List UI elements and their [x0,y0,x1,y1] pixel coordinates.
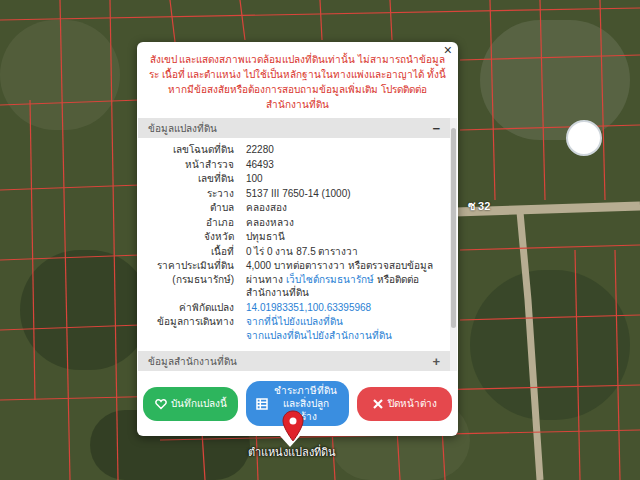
detail-label: จังหวัด [146,230,234,244]
parcel-details: เลขโฉนดที่ดิน 22280 หน้าสำรวจ 46493 เลขที่ดิ… [138,138,450,347]
section-header[interactable]: ข้อมูลสำนักงานที่ดิน + [138,351,450,371]
button-label: ปิดหน้าต่าง [388,397,437,410]
detail-value: 5137 III 7650-14 (1000) [246,187,442,201]
detail-label: ตำบล [146,201,234,215]
value-link[interactable]: เว็บไซต์กรมธนารักษ์ [286,274,374,285]
map[interactable]: ซ 32 ×สังเขป และแสดงสภาพแวดล้อมแปลงที่ดิ… [0,0,640,480]
section-toggle[interactable]: − [432,122,440,135]
section-toggle[interactable]: + [432,355,440,368]
section-header[interactable]: ข้อมูลแปลงที่ดิน − [138,118,450,138]
button-label: บันทึกแปลงนี้ [171,397,227,410]
popup-body: ข้อมูลแปลงที่ดิน − เลขโฉนดที่ดิน 22280 หน้าส… [138,118,457,371]
detail-label: เลขโฉนดที่ดิน [146,143,234,157]
detail-label: ราคาประเมินที่ดิน (กรมธนารักษ์) [146,259,234,300]
popup-content: ข้อมูลแปลงที่ดิน − เลขโฉนดที่ดิน 22280 หน้าส… [138,118,450,371]
action-button[interactable]: ปิดหน้าต่าง [357,387,452,421]
detail-label: อำเภอ [146,216,234,230]
detail-label: เลขที่ดิน [146,172,234,186]
detail-value: 0 ไร่ 0 งาน 87.5 ตารางวา [246,245,442,259]
detail-label: ข้อมูลการเดินทาง [146,315,234,342]
scrollbar[interactable] [450,118,457,371]
value-text: คลองสอง [246,202,287,213]
value-text: 0 ไร่ 0 งาน 87.5 ตารางวา [246,246,358,257]
close-icon [372,398,384,410]
road-label: ซ 32 [466,198,492,215]
value-link[interactable]: 14.01983351,100.63395968 [246,302,371,313]
detail-value: คลองหลวง [246,216,442,230]
section-title: ข้อมูลสำนักงานที่ดิน [148,354,237,369]
detail-label: ระวาง [146,187,234,201]
value-text: 5137 III 7650-14 (1000) [246,188,351,199]
detail-value: คลองสอง [246,201,442,215]
detail-label: ค่าพิกัดแปลง [146,301,234,315]
detail-value: ปทุมธานี [246,230,442,244]
detail-value: 22280 [246,143,442,157]
value-text: ปทุมธานี [246,231,285,242]
heart-icon [155,398,167,410]
value-text: 100 [246,173,263,184]
value-text: 46493 [246,159,274,170]
notice-text: สังเขป และแสดงสภาพแวดล้อมแปลงที่ดินเท่าน… [137,42,458,118]
detail-value: จากที่นี่ไปยังแปลงที่ดินจากแปลงที่ดินไปย… [246,315,442,342]
detail-value: 14.01983351,100.63395968 [246,301,442,315]
detail-value: 46493 [246,158,442,172]
scrollbar-thumb[interactable] [451,128,456,328]
travel-link[interactable]: จากที่นี่ไปยังแปลงที่ดิน [246,315,442,329]
parcel-popup: ×สังเขป และแสดงสภาพแวดล้อมแปลงที่ดินเท่า… [137,42,458,436]
detail-value: 4,000 บาทต่อตารางวา หรือตรวจสอบข้อมูลผ่า… [246,259,442,300]
pin-label: ตำแหน่งแปลงที่ดิน [222,444,362,460]
section-title: ข้อมูลแปลงที่ดิน [148,121,217,136]
value-text: คลองหลวง [246,217,294,228]
button-label: ชำระภาษีที่ดินและสิ่งปลูกสร้าง [272,384,339,423]
pin-icon[interactable] [282,410,304,442]
action-button[interactable]: บันทึกแปลงนี้ [143,387,238,421]
detail-label: เนื้อที่ [146,245,234,259]
detail-value: 100 [246,172,442,186]
value-text: 22280 [246,144,274,155]
travel-link[interactable]: จากแปลงที่ดินไปยังสำนักงานที่ดิน [246,329,442,343]
grid-icon [256,398,268,410]
detail-label: หน้าสำรวจ [146,158,234,172]
location-marker-icon[interactable] [566,120,602,156]
close-button[interactable]: × [444,43,452,57]
